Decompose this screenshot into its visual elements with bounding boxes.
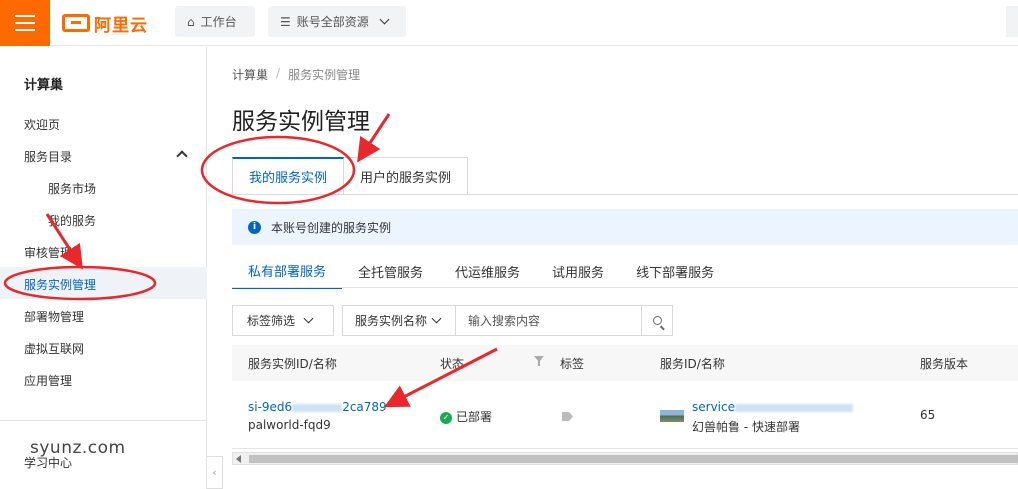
sidebar-title: 计算巢 bbox=[24, 78, 64, 93]
tab-my-instances[interactable]: 我的服务实例 bbox=[232, 157, 345, 195]
subtab-trial[interactable]: 试用服务 bbox=[536, 253, 620, 289]
status-cell: ✓ 已部署 bbox=[440, 408, 492, 425]
main-content: 计算巢 / 服务实例管理 服务实例管理 我的服务实例 用户的服务实例 i 本账号… bbox=[208, 47, 1018, 489]
redacted-text bbox=[292, 403, 343, 412]
top-right-button[interactable] bbox=[1006, 6, 1018, 37]
subtab-managed[interactable]: 全托管服务 bbox=[342, 253, 439, 289]
home-icon: ⌂ bbox=[187, 14, 195, 29]
subtab-offline[interactable]: 线下部署服务 bbox=[620, 253, 730, 289]
check-circle-icon: ✓ bbox=[440, 411, 452, 424]
sidebar-item-artifacts[interactable]: 部署物管理 bbox=[24, 308, 84, 325]
header-version: 服务版本 bbox=[920, 357, 969, 371]
sidebar-item-service-catalog[interactable]: 服务目录 bbox=[24, 148, 72, 165]
info-icon: i bbox=[248, 220, 261, 234]
subtabs-divider bbox=[232, 287, 1018, 288]
search-icon bbox=[652, 316, 662, 325]
watermark: syunz.com bbox=[30, 438, 126, 458]
sidebar-item-virtual-network[interactable]: 虚拟互联网 bbox=[24, 340, 84, 357]
account-resources-dropdown[interactable]: ☰ 账号全部资源 bbox=[268, 6, 406, 37]
sidebar-divider bbox=[0, 420, 207, 421]
status-text: 已部署 bbox=[456, 410, 493, 424]
workbench-label: 工作台 bbox=[200, 15, 237, 29]
service-id-link[interactable]: service bbox=[692, 400, 853, 414]
instance-id-link[interactable]: si-9ed6 2ca789 bbox=[248, 400, 387, 414]
redacted-text bbox=[734, 403, 853, 412]
search-type-select[interactable]: 服务实例名称 bbox=[343, 306, 456, 335]
scrollbar-thumb[interactable] bbox=[249, 455, 1018, 463]
breadcrumb-current: 服务实例管理 bbox=[288, 68, 361, 82]
search-type-label: 服务实例名称 bbox=[355, 314, 428, 328]
list-icon: ☰ bbox=[280, 14, 291, 29]
chevron-up-icon[interactable] bbox=[176, 150, 188, 162]
sidebar-item-review[interactable]: 审核管理 bbox=[24, 244, 72, 261]
service-type-tabs: 私有部署服务 全托管服务 代运维服务 试用服务 线下部署服务 bbox=[232, 253, 730, 289]
workbench-button[interactable]: ⌂ 工作台 bbox=[175, 6, 255, 37]
breadcrumb-item[interactable]: 计算巢 bbox=[232, 66, 268, 83]
tag-filter-dropdown[interactable]: 标签筛选 bbox=[232, 305, 334, 336]
search-button[interactable] bbox=[641, 306, 672, 335]
info-notice: i 本账号创建的服务实例 bbox=[232, 209, 1018, 245]
sidebar-item-instance-management-label: 服务实例管理 bbox=[24, 278, 97, 292]
table-row: si-9ed6 2ca789 palworld-fqd9 ✓ 已部署 service… bbox=[232, 381, 1018, 449]
top-navigation-bar: 阿里云 ⌂ 工作台 ☰ 账号全部资源 bbox=[0, 0, 1018, 46]
notice-text: 本账号创建的服务实例 bbox=[271, 220, 392, 235]
instance-id-suffix: 2ca789 bbox=[342, 400, 387, 414]
breadcrumb-separator: / bbox=[276, 66, 281, 80]
instance-tabs: 我的服务实例 用户的服务实例 bbox=[232, 157, 469, 195]
instance-name: palworld-fqd9 bbox=[248, 418, 331, 432]
horizontal-scrollbar[interactable] bbox=[232, 452, 1018, 465]
service-id-prefix: service bbox=[692, 400, 735, 414]
sidebar-item-app-management[interactable]: 应用管理 bbox=[24, 372, 72, 389]
logo-text: 阿里云 bbox=[94, 15, 148, 36]
header-status: 状态 bbox=[440, 357, 465, 371]
tag-icon[interactable] bbox=[562, 412, 573, 421]
service-name: 幻兽帕鲁 - 快速部署 bbox=[692, 420, 800, 434]
header-tags: 标签 bbox=[560, 357, 585, 371]
instance-id-prefix: si-9ed6 bbox=[248, 400, 293, 414]
tabs-divider bbox=[232, 194, 1018, 195]
search-input[interactable] bbox=[456, 306, 641, 335]
sidebar-item-service-market[interactable]: 服务市场 bbox=[48, 180, 96, 197]
tab-user-instances[interactable]: 用户的服务实例 bbox=[344, 157, 469, 195]
aliyun-logo-mark bbox=[62, 14, 90, 32]
tag-filter-label: 标签筛选 bbox=[247, 314, 296, 328]
chevron-down-icon bbox=[303, 313, 314, 324]
header-service-id: 服务ID/名称 bbox=[660, 357, 725, 371]
filter-icon[interactable] bbox=[534, 356, 544, 366]
table-header: 服务实例ID/名称 状态 标签 服务ID/名称 服务版本 bbox=[232, 345, 1018, 381]
sidebar-item-welcome[interactable]: 欢迎页 bbox=[24, 116, 60, 133]
service-version: 65 bbox=[920, 408, 936, 422]
page-title: 服务实例管理 bbox=[232, 109, 370, 135]
subtab-private[interactable]: 私有部署服务 bbox=[232, 253, 343, 289]
aliyun-logo[interactable]: 阿里云 bbox=[62, 11, 148, 36]
chevron-down-icon bbox=[379, 14, 390, 25]
resources-label: 账号全部资源 bbox=[296, 15, 369, 29]
hamburger-menu-icon[interactable] bbox=[0, 0, 50, 46]
header-instance-id: 服务实例ID/名称 bbox=[248, 357, 337, 371]
breadcrumb: 计算巢 / 服务实例管理 bbox=[232, 66, 360, 83]
sidebar: 计算巢 欢迎页 服务目录 服务市场 我的服务 审核管理 服务实例管理 部署物管理… bbox=[0, 47, 207, 489]
sidebar-item-my-services[interactable]: 我的服务 bbox=[48, 212, 96, 229]
scroll-left-icon[interactable] bbox=[236, 455, 241, 463]
search-group: 服务实例名称 bbox=[342, 305, 673, 336]
service-thumbnail bbox=[660, 410, 684, 422]
chevron-down-icon bbox=[431, 313, 442, 324]
subtab-operation[interactable]: 代运维服务 bbox=[439, 253, 536, 289]
